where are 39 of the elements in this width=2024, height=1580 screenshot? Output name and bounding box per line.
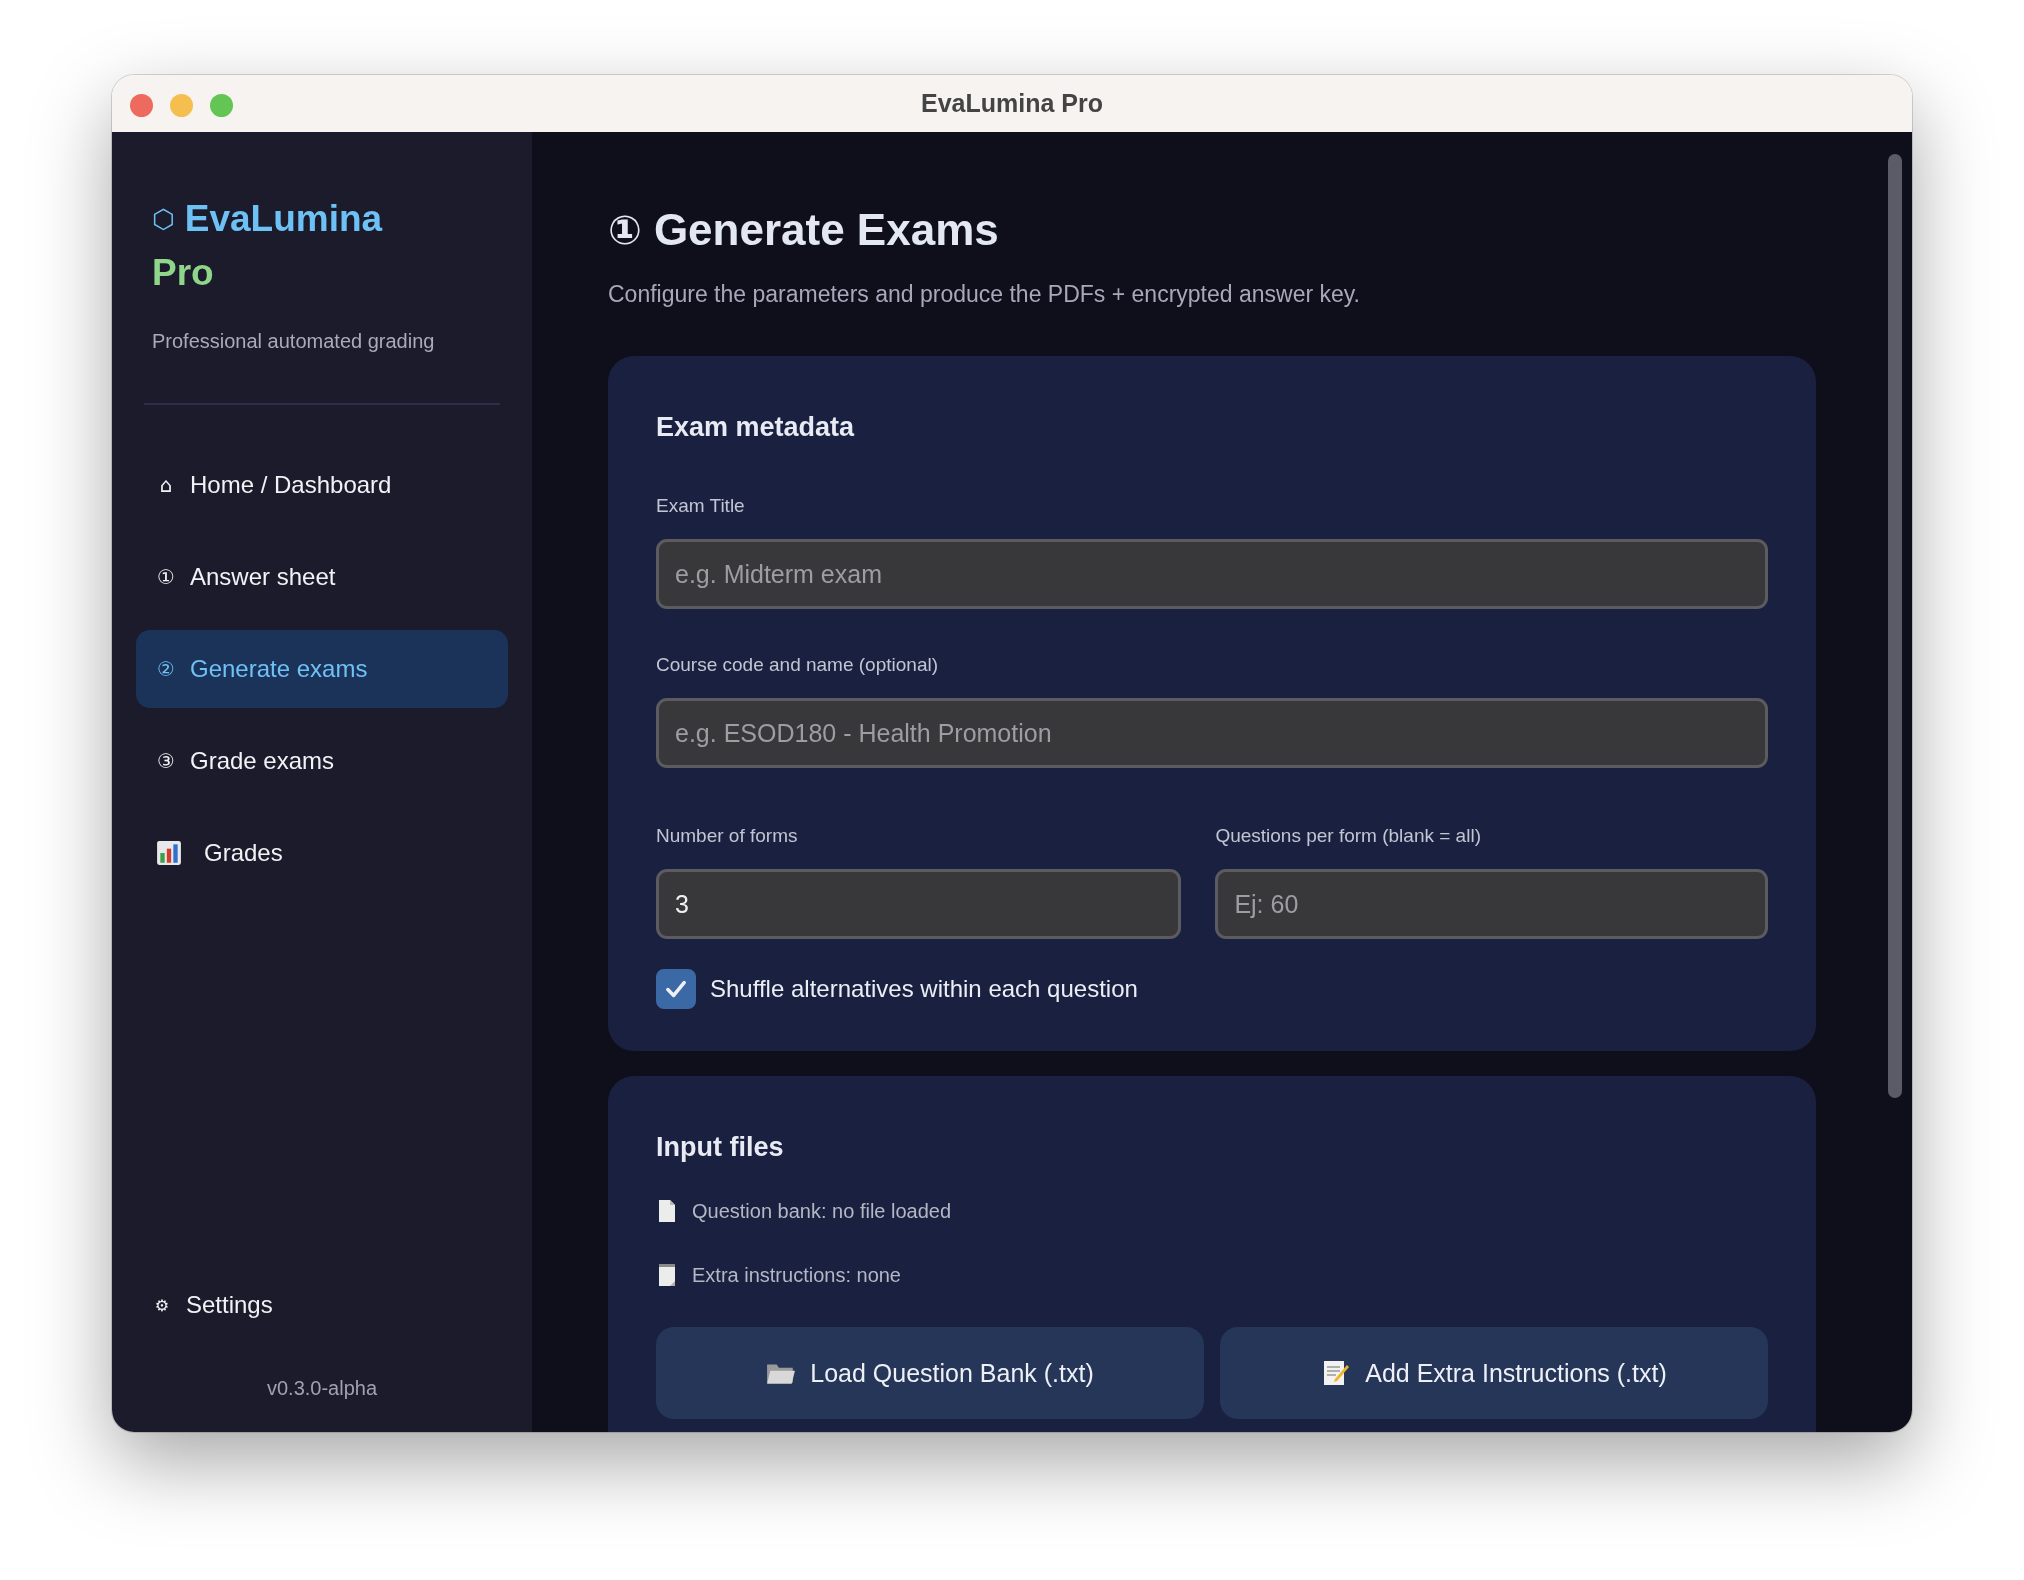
hexagon-icon: ⬡ xyxy=(152,204,175,234)
page-subtitle: Configure the parameters and produce the PDFs + encrypted answer key. xyxy=(608,281,1361,308)
brand-suffix: Pro xyxy=(151,252,214,294)
memo-pencil-icon xyxy=(1321,1359,1352,1387)
bar-chart-icon xyxy=(156,840,182,866)
window-title: EvaLumina Pro xyxy=(921,89,1103,118)
field-label: Exam Title xyxy=(656,495,746,517)
notepad-icon xyxy=(656,1263,678,1287)
checkbox-label: Shuffle alternatives within each question xyxy=(710,975,1138,1003)
nav-item[interactable]: ③ Grade exams xyxy=(136,722,508,800)
field-label: Course code and name (optional) xyxy=(656,654,939,676)
nav-item[interactable]: ① Answer sheet xyxy=(136,538,508,616)
card-title: Exam metadata xyxy=(656,412,856,443)
version-label: v0.3.0-alpha xyxy=(266,1377,378,1400)
minimize-button[interactable] xyxy=(170,94,193,117)
nav-item[interactable]: ② Generate exams xyxy=(136,630,508,708)
questions-field[interactable]: Ej: 60 xyxy=(1215,869,1768,939)
checkbox[interactable] xyxy=(656,969,696,1009)
document-icon xyxy=(656,1199,678,1223)
tagline: Professional automated grading xyxy=(152,330,435,353)
file-status: Extra instructions: none xyxy=(692,1263,901,1287)
course-field[interactable]: e.g. ESOD180 - Health Promotion xyxy=(656,698,1768,768)
zoom-button[interactable] xyxy=(210,94,233,117)
settings-item[interactable]: ⚙ Settings xyxy=(136,1275,508,1335)
nav-item[interactable]: ⌂ Home / Dashboard xyxy=(136,446,508,524)
nav-item[interactable]: Grades xyxy=(136,814,508,892)
field-label: Number of forms xyxy=(656,825,799,847)
close-button[interactable] xyxy=(130,94,153,117)
file-status: Question bank: no file loaded xyxy=(692,1199,952,1223)
brand-name: EvaLumina xyxy=(184,198,383,240)
file-button[interactable]: Load Question Bank (.txt) xyxy=(656,1327,1204,1419)
card-title: Input files xyxy=(656,1132,785,1163)
page-title: Generate Exams xyxy=(653,205,999,255)
exam-title-field[interactable]: e.g. Midterm exam xyxy=(656,539,1768,609)
scrollbar[interactable] xyxy=(1888,154,1902,1098)
field-label: Questions per form (blank = all) xyxy=(1215,825,1482,847)
forms-field[interactable]: 3 xyxy=(656,869,1182,939)
circled-one-icon: ① xyxy=(608,207,642,253)
file-button[interactable]: Add Extra Instructions (.txt) xyxy=(1220,1327,1768,1419)
